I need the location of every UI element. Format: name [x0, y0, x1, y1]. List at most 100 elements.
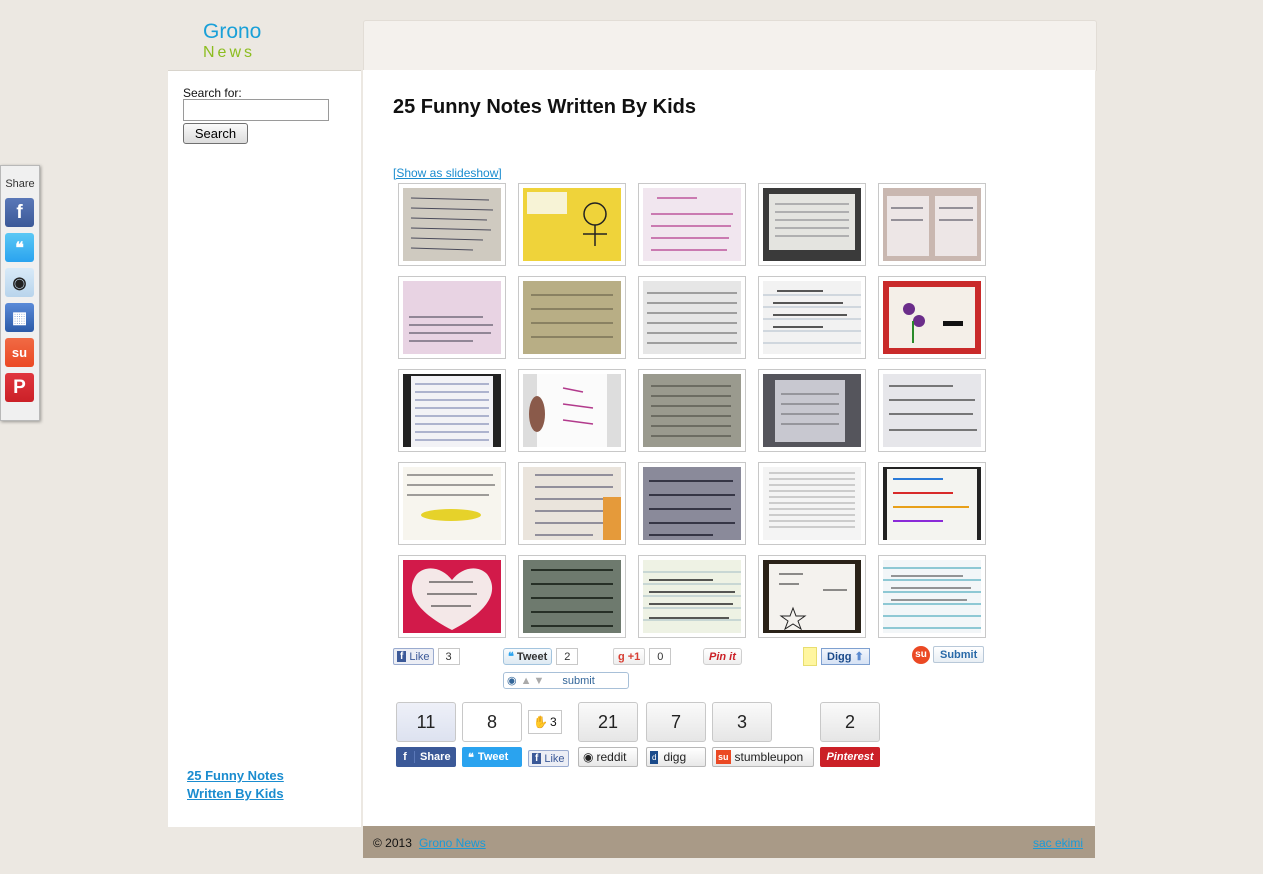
photo-thumbnail[interactable]	[398, 555, 506, 638]
share-rail: Share f ❝ ◉ ▦ su P	[0, 165, 40, 421]
photo-thumbnail[interactable]	[758, 462, 866, 545]
photo-thumbnail[interactable]	[398, 462, 506, 545]
pinterest-share-count: 2	[820, 702, 880, 742]
photo-thumbnail[interactable]	[518, 462, 626, 545]
google-plus-widget[interactable]: g +1 0	[613, 648, 672, 665]
photo-thumbnail[interactable]	[878, 276, 986, 359]
search-button[interactable]: Search	[183, 123, 248, 144]
photo-thumbnail[interactable]	[398, 369, 506, 452]
stumbleupon-share-button[interactable]: su stumbleupon	[712, 747, 814, 767]
reddit-share-label: reddit	[596, 750, 627, 764]
facebook-like-label: Like	[544, 752, 565, 765]
header-bar	[363, 20, 1097, 71]
digg-widget[interactable]: Digg ⬆	[803, 647, 870, 666]
stumbleupon-icon: su	[912, 645, 930, 664]
sidebar: Search for: Search 25 Funny Notes Writte…	[168, 70, 361, 827]
reddit-icon[interactable]: ◉	[5, 268, 34, 297]
twitter-share-count: 8	[462, 702, 522, 742]
photo-thumbnail[interactable]	[518, 183, 626, 266]
facebook-icon: f	[397, 651, 407, 662]
like-count: 3	[549, 715, 557, 729]
tweet-widget[interactable]: ❝ Tweet 2	[503, 648, 579, 665]
share-rail-label: Share	[5, 178, 35, 190]
slideshow-link[interactable]: [Show as slideshow]	[393, 166, 502, 180]
fb-like-count: 3	[437, 648, 460, 665]
photo-thumbnail[interactable]	[518, 276, 626, 359]
pinit-button[interactable]: Pin it	[703, 648, 742, 665]
facebook-like-widget[interactable]: f Like 3	[393, 648, 460, 665]
twitter-tweet-button[interactable]: ❝ Tweet	[462, 747, 522, 767]
reddit-alien-icon: ◉	[583, 750, 594, 764]
stumbleupon-share-count: 3	[712, 702, 772, 742]
main-content: 25 Funny Notes Written By Kids [Show as …	[363, 70, 1095, 826]
digg-share-label: digg	[663, 750, 687, 764]
facebook-like-count-box: ✋ 3	[528, 710, 562, 734]
logo-line-1: Grono	[203, 20, 262, 43]
digg-icon: d	[650, 750, 659, 764]
search-input[interactable]	[183, 99, 329, 121]
tweet-count: 2	[556, 648, 579, 665]
photo-thumbnail[interactable]	[518, 369, 626, 452]
sidebar-article-link[interactable]: 25 Funny Notes Written By Kids	[187, 767, 327, 803]
digg-label: Digg	[827, 650, 852, 663]
photo-thumbnail[interactable]	[398, 183, 506, 266]
page-title: 25 Funny Notes Written By Kids	[393, 96, 697, 118]
footer-right-link[interactable]: sac ekimi	[1033, 836, 1083, 850]
tweet-label: Tweet	[516, 650, 548, 663]
facebook-like-button[interactable]: f Like	[528, 750, 569, 767]
photo-thumbnail[interactable]	[878, 183, 986, 266]
digg-note-icon	[803, 647, 817, 666]
digg-arrow-icon: ⬆	[854, 651, 864, 663]
stumble-submit-label: Submit	[933, 646, 985, 663]
footer-site-link[interactable]: Grono News	[419, 836, 486, 850]
footer: © 2013 Grono News sac ekimi	[363, 826, 1095, 858]
photo-thumbnail[interactable]	[758, 183, 866, 266]
pinterest-share-label: Pinterest	[826, 751, 874, 763]
photo-thumbnail[interactable]	[638, 462, 746, 545]
digg-share-count: 7	[646, 702, 706, 742]
photo-thumbnail[interactable]	[638, 276, 746, 359]
reddit-share-button[interactable]: ◉ reddit	[578, 747, 638, 767]
photo-thumbnail[interactable]	[638, 555, 746, 638]
copyright-text: © 2013	[373, 836, 412, 850]
stumbleupon-icon[interactable]: su	[5, 338, 34, 367]
stumbleupon-share-label: stumbleupon	[734, 750, 804, 764]
google-plus-icon: g	[618, 650, 625, 663]
digg-share-button[interactable]: d digg	[646, 747, 706, 767]
pinterest-share-button[interactable]: Pinterest	[820, 747, 880, 767]
site-logo[interactable]: Grono News	[203, 20, 261, 62]
fb-like-label: Like	[409, 650, 430, 663]
facebook-share-count: 11	[396, 702, 456, 742]
reddit-icon: ◉	[507, 675, 517, 687]
logo-line-2: News	[203, 44, 256, 61]
photo-thumbnail[interactable]	[758, 369, 866, 452]
photo-thumbnail[interactable]	[878, 462, 986, 545]
twitter-bird-icon: ❝	[468, 751, 474, 764]
photo-thumbnail[interactable]	[638, 183, 746, 266]
reddit-submit-label: submit	[562, 674, 595, 687]
facebook-icon[interactable]: f	[5, 198, 34, 227]
facebook-share-label: Share	[420, 751, 451, 763]
photo-thumbnail[interactable]	[518, 555, 626, 638]
photo-thumbnail[interactable]	[878, 555, 986, 638]
stumbleupon-icon: su	[716, 750, 731, 764]
photo-thumbnail[interactable]	[638, 369, 746, 452]
delicious-icon[interactable]: ▦	[5, 303, 34, 332]
reddit-submit-widget[interactable]: ◉ ▲ ▼ submit	[503, 672, 629, 689]
twitter-icon: ❝	[508, 651, 514, 663]
twitter-tweet-label: Tweet	[477, 751, 509, 763]
twitter-icon[interactable]: ❝	[5, 233, 34, 262]
downvote-icon: ▼	[533, 674, 545, 687]
gplus-count: 0	[649, 648, 672, 665]
stumbleupon-submit-widget[interactable]: su Submit	[912, 645, 985, 664]
pinterest-icon[interactable]: P	[5, 373, 34, 402]
upvote-icon: ▲	[520, 674, 532, 687]
photo-thumbnail[interactable]	[758, 555, 866, 638]
photo-thumbnail[interactable]	[878, 369, 986, 452]
facebook-share-button[interactable]: f Share	[396, 747, 456, 767]
photo-thumbnail[interactable]	[398, 276, 506, 359]
pinit-label: Pin it	[703, 648, 742, 665]
reddit-share-count: 21	[578, 702, 638, 742]
photo-thumbnail[interactable]	[758, 276, 866, 359]
gplus-label: +1	[627, 650, 641, 663]
